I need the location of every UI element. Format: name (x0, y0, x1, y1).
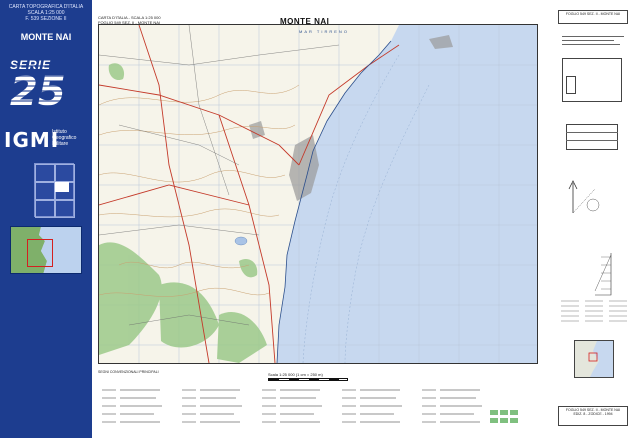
legend-symbols (102, 389, 518, 423)
north-arrow-drawing (568, 180, 600, 214)
location-inset-drawing (575, 341, 613, 377)
altitude-scale (592, 250, 612, 296)
declination-inset (566, 76, 576, 94)
location-inset-map (574, 340, 614, 378)
scale-bar (268, 378, 348, 381)
agency-logo: IGMI (4, 128, 60, 152)
sheet-id-line: EDIZ. 8 - ZODICE - 1994 (573, 412, 613, 416)
sheet-table (566, 124, 618, 150)
info-rule (562, 44, 620, 45)
sheet-id-box-bottom: FOGLIO 549 SEZ. II - MONTE NAI EDIZ. 8 -… (558, 406, 628, 426)
info-rule (562, 36, 624, 37)
info-rule (562, 40, 614, 41)
band-header: CARTA TOPOGRAFICA D'ITALIA SCALA 1:25 00… (4, 4, 88, 22)
scale-label: Scala 1:25 000 (1 cm = 250 m) (268, 372, 323, 377)
table-rule (566, 140, 618, 141)
references-table-drawing (561, 300, 627, 322)
right-panel: FOGLIO 549 SEZ. II - MONTE NAI FOGLIO 54… (552, 6, 636, 434)
legend-title: SEGNI CONVENZIONALI PRINCIPALI (98, 370, 159, 374)
north-arrow-icon (562, 176, 610, 216)
sheet-index-grid (34, 163, 75, 218)
map-frame: MAR TIRRENO (98, 24, 538, 364)
left-band: CARTA TOPOGRAFICA D'ITALIA SCALA 1:25 00… (0, 0, 92, 438)
agency-name: Istituto Geografico Militare (52, 129, 76, 147)
legend: SEGNI CONVENZIONALI PRINCIPALI Scala 1:2… (98, 370, 538, 434)
table-rule (566, 132, 618, 133)
locator-map-icon (10, 226, 82, 274)
topographic-map (99, 25, 537, 363)
sea-label: MAR TIRRENO (299, 29, 349, 34)
sheet-name: MONTE NAI (20, 32, 72, 42)
locator-frame (27, 239, 53, 267)
agency-name-line: Militare (52, 141, 69, 147)
references-table (558, 296, 630, 326)
band-header-line: F. 539 SEZIONE II (25, 16, 67, 22)
altitude-scale-drawing (594, 253, 612, 296)
sheet-id-box-top: FOGLIO 549 SEZ. II - MONTE NAI (558, 10, 628, 24)
series-number: 25 (10, 69, 66, 115)
current-sheet-marker (55, 182, 69, 192)
